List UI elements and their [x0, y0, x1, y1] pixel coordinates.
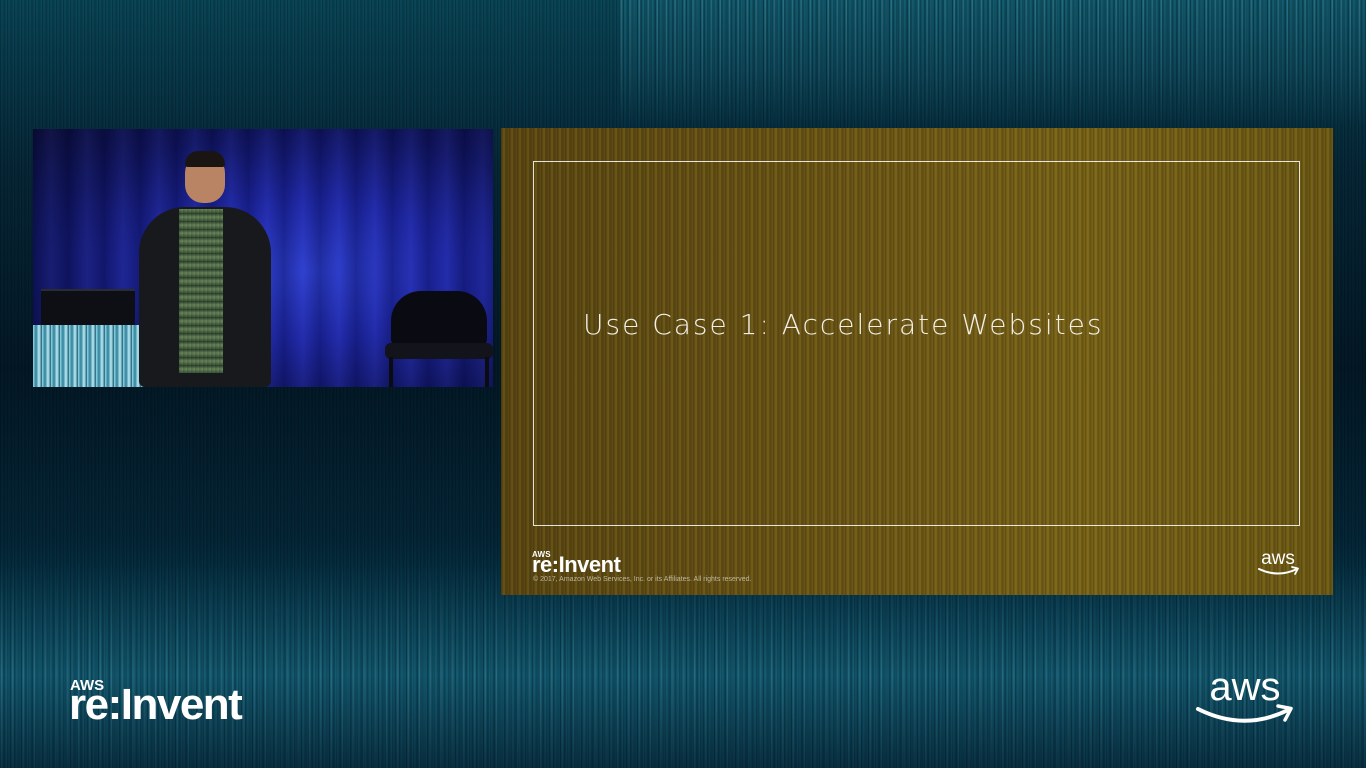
speaker-video-feed	[33, 129, 493, 387]
slide-copyright: © 2017, Amazon Web Services, Inc. or its…	[533, 576, 752, 583]
slide-title-frame	[533, 161, 1300, 526]
stage-chair-leg	[485, 357, 489, 387]
background-streaks-top	[620, 0, 1366, 130]
podium-laptop	[41, 289, 135, 327]
speaker-hair	[185, 151, 225, 167]
presentation-slide: Use Case 1: Accelerate Websites AWS re:I…	[501, 128, 1333, 595]
stage-chair-back	[391, 291, 487, 347]
overlay-aws-logo-text: aws	[1209, 665, 1280, 709]
stage-chair-seat	[385, 343, 493, 359]
aws-smile-icon	[1258, 568, 1298, 575]
slide-title: Use Case 1: Accelerate Websites	[583, 308, 1104, 341]
overlay-reinvent-logo-text: re:Invent	[69, 680, 243, 729]
stage-chair-leg	[389, 357, 393, 387]
aws-smile-icon	[1196, 707, 1290, 723]
presentation-stage: Use Case 1: Accelerate Websites AWS re:I…	[0, 0, 1366, 768]
speaker-shirt	[179, 209, 223, 373]
slide-reinvent-logo-text: re:Invent	[532, 552, 621, 577]
slide-aws-logo-text: aws	[1261, 548, 1295, 569]
slide-aws-logo: aws	[1258, 548, 1299, 575]
overlay-aws-logo: aws	[1196, 665, 1293, 723]
